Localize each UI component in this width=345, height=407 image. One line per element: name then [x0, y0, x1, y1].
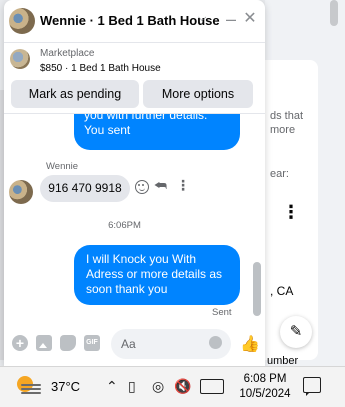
emoji-icon[interactable] — [135, 180, 149, 194]
message-input[interactable]: Aa — [111, 329, 231, 359]
tray-chevron-icon[interactable]: ⌃ — [106, 377, 118, 395]
close-icon[interactable]: ✕ — [242, 8, 258, 30]
system-clock[interactable]: 6:08 PM 10/5/2024 — [236, 372, 294, 402]
photo-icon[interactable] — [36, 335, 52, 351]
compose-icon[interactable]: ✎ — [280, 316, 312, 348]
sender-avatar[interactable] — [9, 180, 33, 204]
wifi-icon[interactable]: ◎ — [152, 377, 164, 395]
message-status: Sent — [212, 307, 232, 318]
chat-header[interactable]: Wennie · 1 Bed 1 Bath House ⌵ – ✕ — [4, 0, 265, 43]
page-scroll-thumb[interactable] — [330, 0, 338, 26]
outgoing-message[interactable]: you with further details. You sent — [74, 114, 240, 150]
chevron-down-icon[interactable]: ⌵ — [198, 12, 206, 25]
like-icon[interactable]: 👍 — [240, 334, 260, 354]
listing-title[interactable]: $850 · 1 Bed 1 Bath House — [40, 63, 161, 74]
avatar[interactable] — [9, 8, 35, 34]
taskbar: 37°C ⌃ ▯ ◎ 🔇 6:08 PM 10/5/2024 — [0, 366, 345, 407]
message-line: you with further details. — [84, 114, 208, 122]
clock-date: 10/5/2024 — [239, 388, 291, 400]
clock-time: 6:08 PM — [243, 373, 287, 385]
minimize-icon[interactable]: – — [223, 8, 239, 30]
message-input-placeholder: Aa — [121, 337, 136, 351]
listing-source: Marketplace — [40, 48, 95, 59]
background-text-2: more — [270, 124, 296, 136]
weather-temperature[interactable]: 37°C — [51, 379, 80, 394]
mark-as-pending-button[interactable]: Mark as pending — [11, 80, 139, 108]
sticker-icon[interactable] — [60, 335, 76, 351]
background-more-icon[interactable]: ⋮ — [282, 203, 300, 221]
weather-icon[interactable] — [17, 376, 41, 396]
more-options-button[interactable]: More options — [143, 80, 253, 108]
message-composer: + GIF Aa 👍 — [4, 322, 265, 366]
gif-icon[interactable]: GIF — [84, 335, 100, 351]
keyboard-icon[interactable] — [200, 379, 224, 394]
background-text-1: ds that — [270, 110, 304, 122]
background-location: , CA — [270, 284, 294, 298]
listing-thumbnail[interactable] — [10, 49, 30, 69]
background-text-3: ear: — [270, 168, 289, 180]
message-line: You sent — [84, 123, 131, 137]
device-icon[interactable]: ▯ — [128, 377, 136, 395]
notification-icon[interactable] — [303, 377, 321, 396]
chat-window: Wennie · 1 Bed 1 Bath House ⌵ – ✕ Market… — [4, 0, 265, 366]
more-icon[interactable]: ⋮ — [176, 177, 190, 194]
chat-title[interactable]: Wennie · 1 Bed 1 Bath House — [40, 13, 220, 28]
plus-icon[interactable]: + — [12, 335, 28, 351]
volume-icon[interactable]: 🔇 — [174, 377, 191, 395]
chat-scroll-thumb[interactable] — [253, 262, 261, 316]
sender-name: Wennie — [46, 161, 79, 172]
incoming-message[interactable]: 916 470 9918 — [40, 175, 130, 202]
message-list[interactable]: you with further details. You sent Wenni… — [4, 114, 265, 322]
page-scrollbar[interactable] — [325, 0, 345, 366]
outgoing-message[interactable]: I will Knock you With Adress or more det… — [74, 245, 240, 305]
reply-icon[interactable]: ⮪ — [154, 177, 167, 194]
message-timestamp: 6:06PM — [108, 220, 141, 231]
marketplace-listing: Marketplace $850 · 1 Bed 1 Bath House Ma… — [4, 43, 265, 114]
emoji-picker-icon[interactable] — [209, 336, 222, 349]
